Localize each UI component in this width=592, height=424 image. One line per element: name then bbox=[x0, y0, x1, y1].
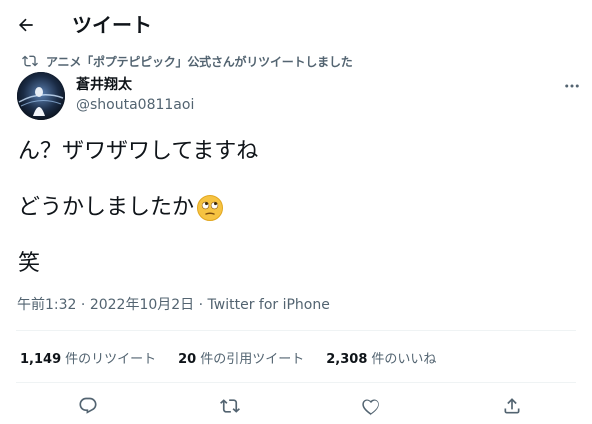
tweet-header: ツイート bbox=[0, 0, 592, 50]
tweet-line: 笑 bbox=[18, 251, 41, 276]
page-title: ツイート bbox=[72, 13, 152, 37]
like-count-label: 件のいいね bbox=[371, 352, 437, 367]
like-count: 2,308 bbox=[326, 352, 368, 367]
tweet-date[interactable]: 2022年10月2日 bbox=[90, 297, 194, 313]
heart-icon bbox=[361, 396, 381, 416]
tweet-client[interactable]: Twitter for iPhone bbox=[208, 297, 330, 313]
tweet-metadata: 午前1:32 · 2022年10月2日 · Twitter for iPhone bbox=[17, 294, 330, 314]
retweet-button[interactable] bbox=[216, 392, 244, 420]
quote-count-label: 件の引用ツイート bbox=[200, 352, 305, 367]
tweet-time[interactable]: 午前1:32 bbox=[17, 297, 76, 313]
tweet-action-bar bbox=[0, 390, 592, 420]
share-button[interactable] bbox=[498, 392, 526, 420]
like-count-stat[interactable]: 2,308 件のいいね bbox=[326, 348, 436, 367]
tweet-line-with-emoji: どうかしましたか bbox=[18, 194, 224, 222]
tweet-stats: 1,149 件のリツイート 20 件の引用ツイート 2,308 件のいいね bbox=[20, 348, 436, 367]
tweet-line: ん？ザワザワしてますね bbox=[18, 139, 259, 164]
more-dots-icon bbox=[563, 77, 581, 95]
avatar[interactable] bbox=[17, 72, 65, 120]
meta-separator: · bbox=[194, 297, 208, 313]
more-button[interactable] bbox=[558, 72, 586, 100]
back-arrow-icon bbox=[16, 15, 36, 35]
author-handle[interactable]: @shouta0811aoi bbox=[76, 96, 194, 114]
eye-roll-face-emoji bbox=[196, 194, 224, 222]
share-icon bbox=[502, 396, 522, 416]
meta-separator: · bbox=[76, 297, 90, 313]
divider bbox=[16, 330, 576, 331]
retweet-context-icon bbox=[22, 53, 38, 69]
author-display-name[interactable]: 蒼井翔太 bbox=[76, 76, 132, 94]
retweet-context-text: アニメ「ポプテピピック」公式さんがリツイートしました bbox=[46, 54, 353, 69]
retweet-count-label: 件のリツイート bbox=[65, 352, 157, 367]
tweet-line: どうかしましたか bbox=[18, 195, 195, 220]
retweet-count: 1,149 bbox=[20, 352, 62, 367]
retweet-icon bbox=[220, 396, 240, 416]
like-button[interactable] bbox=[357, 392, 385, 420]
retweet-context[interactable]: アニメ「ポプテピピック」公式さんがリツイートしました bbox=[22, 52, 353, 70]
retweet-count-stat[interactable]: 1,149 件のリツイート bbox=[20, 348, 156, 367]
quote-count: 20 bbox=[178, 352, 197, 367]
quote-count-stat[interactable]: 20 件の引用ツイート bbox=[178, 348, 304, 367]
back-button[interactable] bbox=[8, 7, 44, 43]
reply-icon bbox=[78, 396, 98, 416]
divider bbox=[16, 382, 576, 383]
reply-button[interactable] bbox=[74, 392, 102, 420]
